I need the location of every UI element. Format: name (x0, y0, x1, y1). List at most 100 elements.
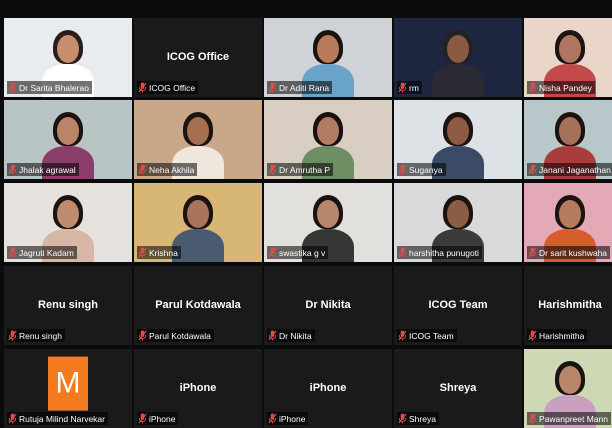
person-head (187, 200, 209, 228)
participant-display-name: Harishmitha (538, 298, 602, 311)
participant-tile[interactable]: ICOG Office ICOG Office (134, 18, 262, 97)
mic-muted-icon (8, 82, 17, 93)
mic-muted-icon (528, 413, 537, 424)
participant-name-label: Rutuja Milind Narvekar (7, 412, 108, 425)
video-grid: Dr Sarita Bhalerao ICOG Office ICOG Office… (0, 14, 612, 428)
participant-tile[interactable]: Renu singh Renu singh (4, 266, 132, 345)
participant-display-name: iPhone (309, 381, 347, 394)
participant-name: Parul Kotdawala (149, 330, 211, 341)
participant-tile[interactable]: Harishmitha Harishmitha (524, 266, 612, 345)
person-head (317, 117, 339, 145)
person-head (447, 200, 469, 228)
mic-muted-icon (528, 164, 537, 175)
participant-name-label: Parul Kotdawala (137, 329, 214, 342)
person-head (317, 35, 339, 63)
participant-tile[interactable]: Suganya (394, 100, 522, 179)
mic-muted-icon (268, 330, 277, 341)
mic-muted-icon (398, 330, 407, 341)
participant-name: rm (409, 82, 419, 93)
person-body (432, 64, 484, 97)
participant-name-label: swastika g v (267, 246, 329, 259)
participant-display-name: Dr Nikita (305, 298, 351, 311)
participant-tile[interactable]: Pawanpreet Mann (524, 349, 612, 428)
participant-tile[interactable]: Dr Amrutha P (264, 100, 392, 179)
participant-display-name: iPhone (179, 381, 217, 394)
participant-tile[interactable]: Jagruti Kadam (4, 183, 132, 262)
participant-name: Harishmitha (539, 330, 585, 341)
participant-tile[interactable]: Dr Sarita Bhalerao (4, 18, 132, 97)
participant-tile[interactable]: Janani Jaganathan (524, 100, 612, 179)
participant-tile[interactable]: Shreya Shreya (394, 349, 522, 428)
person-head (447, 35, 469, 63)
participant-name: Dr Amrutha P (279, 164, 331, 175)
participant-name-label: Harishmitha (527, 329, 588, 342)
participant-tile[interactable]: iPhone iPhone (264, 349, 392, 428)
participant-tile[interactable]: Neha Akhila (134, 100, 262, 179)
mic-muted-icon (138, 247, 147, 258)
participant-tile[interactable]: swastika g v (264, 183, 392, 262)
participant-name-label: Dr Amrutha P (267, 163, 334, 176)
participant-tile[interactable]: Jhalak agrawal (4, 100, 132, 179)
participant-name: Dr Nikita (279, 330, 312, 341)
mic-muted-icon (528, 82, 537, 93)
participant-tile[interactable]: rm (394, 18, 522, 97)
participant-display-name: ICOG Office (166, 50, 230, 63)
mic-muted-icon (268, 413, 277, 424)
participant-name-label: iPhone (267, 412, 309, 425)
participant-tile[interactable]: harshitha punugoti (394, 183, 522, 262)
participant-name: swastika g v (279, 247, 326, 258)
participant-display-name: Parul Kotdawala (155, 298, 241, 311)
participant-name-label: Shreya (397, 412, 439, 425)
participant-name: Dr sarit kushwaha (539, 247, 608, 258)
participant-name: ICOG Team (409, 330, 454, 341)
mic-muted-icon (398, 247, 407, 258)
participant-name-label: ICOG Office (137, 81, 199, 94)
participant-name-label: Dr Aditi Rana (267, 81, 333, 94)
participant-tile[interactable]: M Rutuja Milind Narvekar (4, 349, 132, 428)
participant-name: Dr Sarita Bhalerao (19, 82, 89, 93)
participant-name: Pawanpreet Mann (539, 413, 608, 424)
participant-name-label: iPhone (137, 412, 179, 425)
mic-muted-icon (138, 413, 147, 424)
participant-name: Janani Jaganathan (539, 164, 611, 175)
participant-name-label: Dr Nikita (267, 329, 315, 342)
participant-name-label: Suganya (397, 163, 446, 176)
mic-muted-icon (398, 164, 407, 175)
mic-muted-icon (398, 413, 407, 424)
participant-tile[interactable]: iPhone iPhone (134, 349, 262, 428)
mic-muted-icon (268, 247, 277, 258)
participant-tile[interactable]: Dr sarit kushwaha (524, 183, 612, 262)
person-head (559, 366, 581, 394)
participant-name-label: ICOG Team (397, 329, 457, 342)
participant-display-name: ICOG Team (428, 298, 488, 311)
participant-name: Krishna (149, 247, 178, 258)
participant-name: harshitha punugoti (409, 247, 479, 258)
participant-tile[interactable]: Parul Kotdawala Parul Kotdawala (134, 266, 262, 345)
person-head (187, 117, 209, 145)
participant-name: Jagruti Kadam (19, 247, 74, 258)
participant-tile[interactable]: Dr Aditi Rana (264, 18, 392, 97)
participant-name: Rutuja Milind Narvekar (19, 413, 105, 424)
participant-name-label: Jagruti Kadam (7, 246, 77, 259)
person-head (559, 117, 581, 145)
participant-name-label: rm (397, 81, 422, 94)
participant-tile[interactable]: Nisha Pandey (524, 18, 612, 97)
participant-name: ICOG Office (149, 82, 196, 93)
participant-name: Jhalak agrawal (19, 164, 76, 175)
participant-name-label: Pawanpreet Mann (527, 412, 611, 425)
participant-name-label: Dr Sarita Bhalerao (7, 81, 92, 94)
participant-name-label: Neha Akhila (137, 163, 198, 176)
mic-muted-icon (268, 164, 277, 175)
avatar: M (48, 356, 88, 411)
person-head (447, 117, 469, 145)
mic-muted-icon (528, 330, 537, 341)
person-head (57, 35, 79, 63)
mic-muted-icon (138, 82, 147, 93)
mic-muted-icon (8, 413, 17, 424)
person-head (559, 200, 581, 228)
participant-tile[interactable]: Dr Nikita Dr Nikita (264, 266, 392, 345)
participant-name-label: Jhalak agrawal (7, 163, 79, 176)
participant-tile[interactable]: ICOG Team ICOG Team (394, 266, 522, 345)
mic-muted-icon (398, 82, 407, 93)
participant-tile[interactable]: Krishna (134, 183, 262, 262)
